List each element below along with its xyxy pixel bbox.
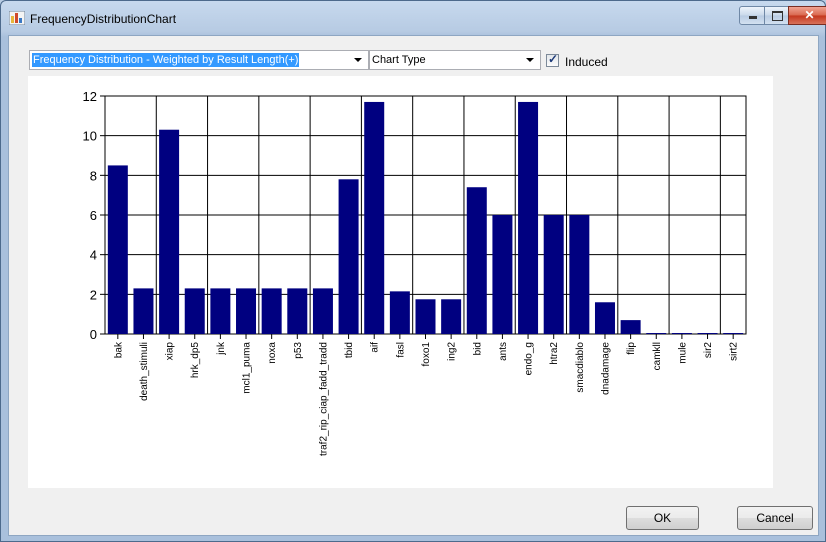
chevron-down-icon [354,58,362,62]
dialog-window: FrequencyDistributionChart ✕ Frequency D… [0,0,826,542]
bar [569,215,590,334]
bar-chart: 0 2 4 6 8 10 12 bak death_stimuli xiap hrk_dp5 jnk m… [83,89,747,456]
bar [492,215,513,334]
y-tick-label: 2 [90,287,97,302]
bar [364,101,385,334]
bar [338,179,359,334]
x-tick-label: xiap [165,342,176,361]
checkmark-icon: ✓ [548,52,559,66]
induced-label: Induced [565,55,608,69]
minimize-icon [749,16,757,19]
bar [415,299,436,334]
title-bar[interactable]: FrequencyDistributionChart ✕ [1,1,826,35]
dialog-client-area: Frequency Distribution - Weighted by Res… [8,35,819,536]
x-tick-label: bid [472,342,483,355]
window-title: FrequencyDistributionChart [30,12,177,26]
bar [184,288,205,334]
x-tick-label: death_stimuli [139,342,150,401]
maximize-icon [772,11,783,21]
chart-area: 0 2 4 6 8 10 12 bak death_stimuli xiap hrk_dp5 jnk m… [28,76,773,488]
y-tick-label: 10 [83,129,97,144]
x-tick-label: noxa [267,342,278,364]
bar [312,288,333,334]
y-tick-label: 8 [90,168,97,183]
x-tick-label: endo_g [524,342,535,375]
x-tick-label: bak [113,341,124,358]
y-tick-label: 12 [83,89,97,104]
x-tick-label: flip [626,342,637,355]
bar [287,288,308,334]
x-tick-label: ants [498,342,509,361]
x-tick-label: camkll [652,342,663,370]
bar [594,302,615,334]
y-tick-label: 4 [90,248,97,263]
bar [210,288,231,334]
maximize-button[interactable] [764,6,789,25]
bar [389,291,410,334]
bar [261,288,282,334]
close-icon: ✕ [804,8,815,22]
induced-checkbox[interactable]: ✓ [546,52,559,67]
x-tick-label: hrk_dp5 [190,342,201,379]
distribution-select[interactable]: Frequency Distribution - Weighted by Res… [29,50,369,70]
app-icon [9,11,25,25]
chevron-down-icon [526,58,534,62]
x-tick-label: foxo1 [421,342,432,367]
x-tick-label: smacdiablo [575,342,586,393]
x-tick-label: tbid [344,342,355,358]
x-tick-label: jnk [216,341,227,356]
cancel-button[interactable]: Cancel [737,506,813,530]
bar [159,129,180,334]
bar [697,333,718,335]
bar [466,187,487,334]
x-tick-label: ing2 [447,342,458,361]
bar [543,215,564,334]
x-tick-label: p53 [293,342,304,359]
bar [236,288,257,334]
x-tick-label: fasl [395,342,406,358]
x-tick-label: sirt2 [729,342,740,361]
chart-type-select-value: Chart Type [372,54,426,66]
bar [518,101,539,334]
bar [646,333,667,335]
bar [620,320,641,334]
bar [133,288,154,334]
x-tick-label: htra2 [549,342,560,365]
bar [723,333,744,335]
x-tick-label: traf2_rip_ciap_fadd_tradd [318,342,329,456]
x-tick-label: mcl1_puma [242,342,253,394]
minimize-button[interactable] [739,6,765,25]
chart-type-select[interactable]: Chart Type [369,50,541,70]
bar [441,299,462,334]
x-tick-label: dnadamage [600,342,611,395]
bar [671,333,692,335]
ok-button[interactable]: OK [626,506,699,530]
bar [107,165,128,334]
close-button[interactable]: ✕ [788,6,826,25]
x-tick-label: sir2 [703,342,714,359]
distribution-select-value: Frequency Distribution - Weighted by Res… [32,53,300,67]
y-tick-label: 6 [90,208,97,223]
x-tick-label: mule [677,342,688,364]
y-tick-label: 0 [90,327,97,342]
x-tick-label: aif [370,342,381,353]
